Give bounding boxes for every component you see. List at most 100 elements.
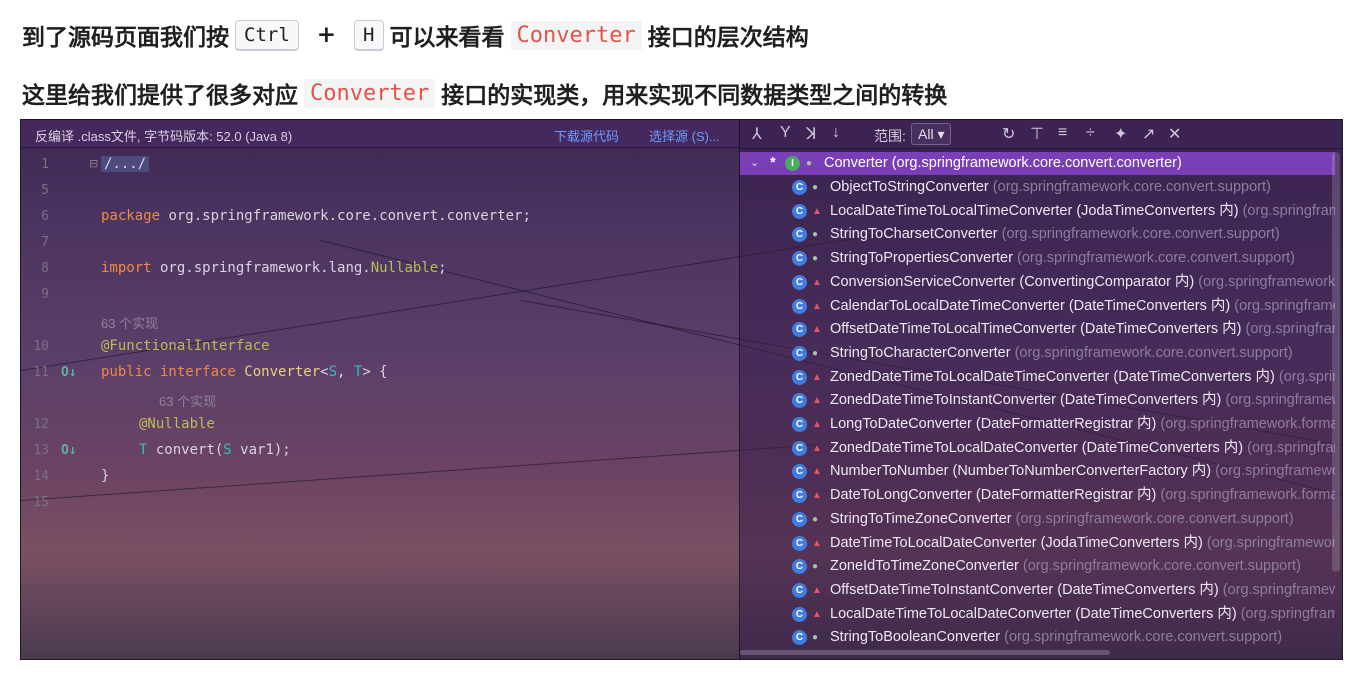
fold-icon[interactable]: ⊟ [89,157,98,170]
class-icon: C [792,511,807,527]
tree-item-label: ZoneIdToTimeZoneConverter (org.springfra… [830,555,1301,578]
class-name: ConversionServiceConverter (ConvertingCo… [830,273,1195,290]
package-name: (org.springframework.format.datetime.sta… [1247,439,1335,456]
class-hierarchy-icon[interactable]: ꓘ [806,124,817,144]
tree-item[interactable]: C ▲ DateTimeToLocalDateConverter (JodaTime… [740,532,1335,555]
implementations-gutter-icon[interactable]: O↓ [61,443,77,458]
tree-item[interactable]: C ● StringToPropertiesConverter (org.sprin… [740,247,1335,270]
autoscroll-icon[interactable]: ⊤ [1030,124,1044,144]
public-visibility-icon: ● [812,182,819,193]
private-visibility-icon: ▲ [812,205,822,217]
tree-item-label: LongToDateConverter (DateFormatterRegist… [830,413,1335,436]
tree-item-label: ObjectToStringConverter (org.springframe… [830,176,1271,199]
tree-item[interactable]: C ● StringToCharsetConverter (org.springfr… [740,223,1335,246]
tree-item[interactable]: C ▲ LocalDateTimeToLocalDateConverter (Dat… [740,603,1335,626]
package-name: (org.springframework.format.datetime.sta… [1240,605,1335,622]
intro-text: 可以来看看 [389,25,505,51]
tree-item[interactable]: C ▲ ZonedDateTimeToInstantConverter (DateT… [740,389,1335,412]
package-name: (org.springframework.format.datetime.sta… [1225,392,1335,409]
close-icon[interactable]: ✕ [1168,124,1181,144]
type-hierarchy-panel[interactable]: ⅄ Y ꓘ ↓ 范围: All ▾ ↻ ⊤ ≡ ÷ ✦ ↗ ✕ ⌄ * I ● … [739,120,1342,659]
decompiled-banner: 反编译 .class文件, 字节码版本: 52.0 (Java 8) 下载源代码… [21,120,739,148]
annotation: @FunctionalInterface [101,338,270,354]
tree-item[interactable]: C ▲ OffsetDateTimeToInstantConverter (Date… [740,579,1335,602]
tree-item[interactable]: C ● ObjectToStringConverter (org.springfra… [740,176,1335,199]
tree-item-label: OffsetDateTimeToInstantConverter (DateTi… [830,579,1335,602]
tree-item[interactable]: C ▲ LongToDateConverter (DateFormatterRegi… [740,413,1335,436]
vertical-scrollbar[interactable] [1332,152,1340,572]
line-number: 8 [41,261,49,276]
class-name: ZoneIdToTimeZoneConverter [830,558,1019,575]
import-path: org.springframework.lang. [151,260,371,276]
scope-select[interactable]: All ▾ [911,123,952,145]
class-icon: C [792,393,807,409]
scope-label: 范围: [874,128,906,144]
tree-item[interactable]: C ▲ ZonedDateTimeToLocalDateConverter (Dat… [740,437,1335,460]
collapse-all-icon[interactable]: ÷ [1086,124,1095,142]
package-name: (org.springframework.format.datetime.sta… [1278,368,1335,385]
intro-line-2: 这里给我们提供了很多对应 Converter 接口的实现类，用来实现不同数据类型… [22,74,947,112]
horizontal-scrollbar[interactable] [740,650,1110,655]
tree-item[interactable]: C ● StringToBooleanConverter (org.springfr… [740,626,1335,649]
tree-item[interactable]: C ▲ NumberToNumber (NumberToNumberConverte… [740,460,1335,483]
ctrl-key-badge: Ctrl [235,20,299,50]
refresh-icon[interactable]: ↻ [1002,124,1015,144]
intro-line-1: 到了源码页面我们按 Ctrl + H 可以来看看 Converter 接口的层次… [22,16,809,54]
subtypes-hierarchy-icon[interactable]: ⅄ [752,124,762,144]
implementations-hint[interactable]: 63 个实现 [101,313,158,332]
chevron-down-icon[interactable]: ⌄ [750,152,759,175]
package-name: (org.springframework.format.datetime.sta… [1245,321,1335,338]
implementations-gutter-icon[interactable]: O↓ [61,365,77,380]
tree-root-label: Converter (org.springframework.core.conv… [824,155,1182,171]
open-in-window-icon[interactable]: ↗ [1142,124,1155,144]
intro-text: 接口的层次结构 [647,25,809,51]
package-name: (org.springframework.core.convert.suppor… [992,179,1271,195]
tree-item-label: OffsetDateTimeToLocalTimeConverter (Date… [830,318,1335,341]
tree-item[interactable]: C ● StringToTimeZoneConverter (org.springf… [740,508,1335,531]
hierarchy-tree[interactable]: ⌄ * I ● Converter (org.springframework.c… [740,152,1342,659]
tree-item[interactable]: C ▲ DateToLongConverter (DateFormatterRegi… [740,484,1335,507]
code-line-folded-header: /.../ [101,156,150,172]
tree-item[interactable]: C ▲ ConversionServiceConverter (Converting… [740,271,1335,294]
tree-item[interactable]: C ▲ LocalDateTimeToLocalTimeConverter (Jod… [740,200,1335,223]
expand-all-icon[interactable]: ≡ [1058,124,1067,142]
supertypes-hierarchy-icon[interactable]: Y [780,124,791,142]
folded-region[interactable]: /.../ [101,156,150,172]
class-icon: C [792,322,807,338]
tree-root-converter[interactable]: ⌄ * I ● Converter (org.springframework.c… [740,152,1335,175]
class-icon: C [792,582,807,598]
tree-item[interactable]: C ● ZoneIdToTimeZoneConverter (org.springf… [740,555,1335,578]
private-visibility-icon: ▲ [812,466,822,478]
class-icon: C [792,274,807,290]
class-icon: C [792,298,807,314]
code-editor[interactable]: 反编译 .class文件, 字节码版本: 52.0 (Java 8) 下载源代码… [21,120,739,659]
pin-icon[interactable]: ✦ [1114,124,1127,144]
package-name: (org.springframework.core.convert.suppor… [1001,226,1280,243]
package-name: (org.springframework.format.datetime.sta… [1234,297,1335,314]
method-implementations-hint[interactable]: 63 个实现 [159,391,216,410]
type-param: S [223,442,232,458]
interface-name: Converter [244,364,321,380]
code-line-import: import org.springframework.lang.Nullable… [101,260,447,276]
tree-item[interactable]: C ▲ CalendarToLocalDateTimeConverter (Date… [740,295,1335,318]
inline-code-converter: Converter [304,78,436,108]
tree-item[interactable]: C ▲ OffsetDateTimeToLocalTimeConverter (Da… [740,318,1335,341]
chevron-down-icon: ▾ [937,126,945,142]
punct: < [320,364,329,380]
tree-item-label: LocalDateTimeToLocalTimeConverter (JodaT… [830,200,1335,223]
class-name: ObjectToStringConverter [830,179,989,195]
class-icon: C [792,488,807,504]
code-line-package: package org.springframework.core.convert… [101,208,531,224]
package-name: (org.springframework.format.datetime) [1160,487,1335,504]
line-gutter: 1 ⊟ 5 6 7 8 9 10 11 O↓ 12 13 O↓ 14 15 [21,147,98,659]
choose-source-link[interactable]: 选择源 (S)... [649,126,720,145]
private-visibility-icon: ▲ [812,324,822,336]
package-name: (org.springframework.core.convert.suppor… [1215,463,1335,480]
private-visibility-icon: ▲ [812,371,822,383]
class-icon: C [792,606,807,622]
public-visibility-icon: ● [806,158,813,169]
tree-item[interactable]: C ▲ ZonedDateTimeToLocalDateTimeConverter … [740,366,1335,389]
sort-alphabetically-icon[interactable]: ↓ [832,124,840,142]
download-source-link[interactable]: 下载源代码 [554,126,619,145]
tree-item[interactable]: C ● StringToCharacterConverter (org.spring… [740,342,1335,365]
